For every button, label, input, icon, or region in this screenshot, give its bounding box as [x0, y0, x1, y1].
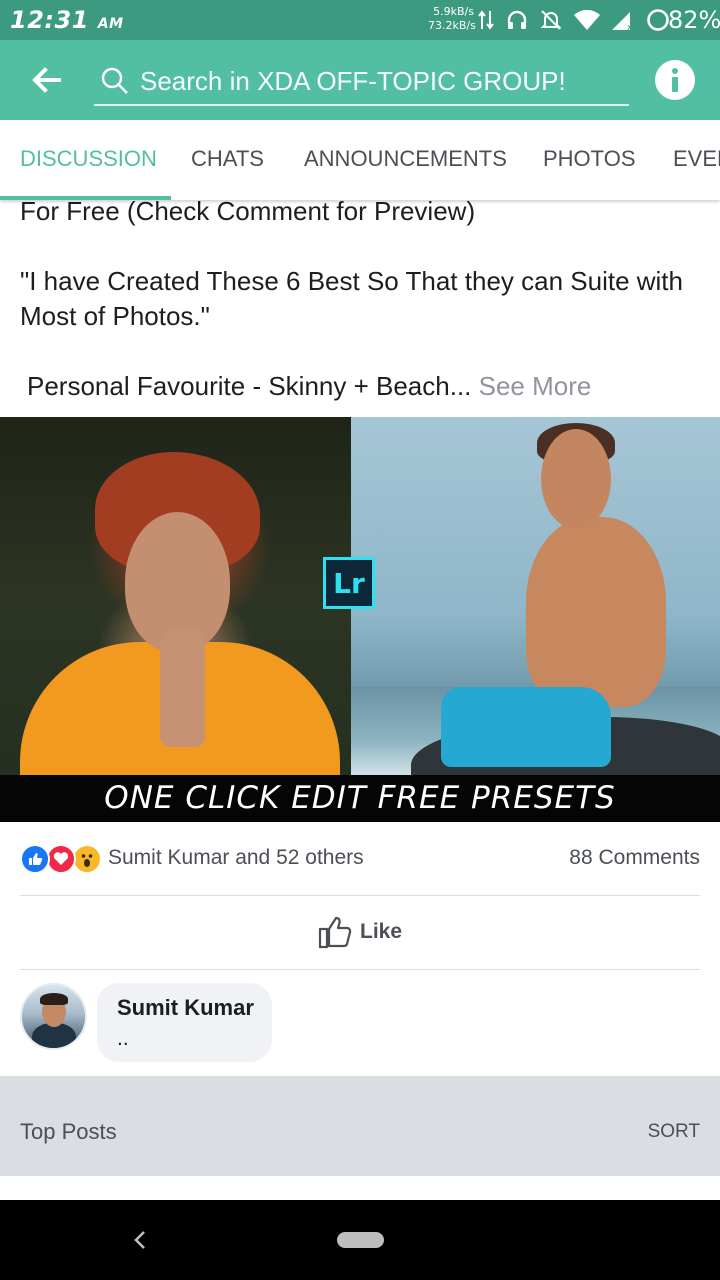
comment-bubble[interactable]: Sumit Kumar ..	[97, 983, 272, 1062]
comment-text: ..	[117, 1027, 129, 1050]
love-reaction-icon	[46, 844, 76, 874]
photo-man	[351, 417, 720, 797]
search-icon	[101, 67, 128, 94]
sort-button[interactable]: SORT	[648, 1121, 700, 1143]
divider	[20, 969, 700, 970]
signal-icon: x	[612, 12, 633, 30]
notifications-off-icon	[540, 10, 562, 30]
tab-discussion[interactable]: DISCUSSION	[20, 146, 157, 172]
nav-back-button[interactable]	[124, 1224, 156, 1256]
download-speed: 73.2kB/s	[428, 19, 476, 32]
back-arrow-icon	[32, 67, 61, 93]
comment-author[interactable]: Sumit Kumar	[117, 995, 254, 1021]
post-text-favourite: Personal Favourite - Skinny + Beach...	[27, 371, 472, 401]
svg-text:x: x	[627, 23, 633, 30]
top-posts-header: Top Posts SORT	[0, 1076, 720, 1176]
nav-home-button[interactable]	[337, 1232, 384, 1248]
reaction-icons[interactable]	[20, 844, 106, 874]
info-icon	[672, 68, 678, 92]
wow-reaction-icon	[72, 844, 102, 874]
reactions-summary: Sumit Kumar and 52 others 88 Comments	[20, 842, 700, 876]
post-image[interactable]: Lr ONE CLICK EDIT FREE PRESETS	[0, 417, 720, 822]
tab-announcements[interactable]: ANNOUNCEMENTS	[304, 146, 507, 172]
like-button[interactable]: Like	[318, 912, 402, 952]
post-text-preview: Personal Favourite - Skinny + Beach... S…	[27, 369, 717, 404]
status-icons: x	[478, 7, 670, 33]
group-info-button[interactable]	[655, 60, 695, 100]
status-time: 12:31 AM	[10, 6, 124, 34]
avatar[interactable]	[20, 983, 87, 1050]
group-tabs: DISCUSSION CHATS ANNOUNCEMENTS PHOTOS EV…	[0, 120, 720, 200]
divider	[20, 895, 700, 896]
like-label: Like	[360, 920, 403, 943]
lightroom-logo: Lr	[323, 557, 375, 609]
tab-photos[interactable]: PHOTOS	[543, 146, 636, 172]
headphones-icon	[507, 10, 527, 29]
image-banner: ONE CLICK EDIT FREE PRESETS	[0, 775, 720, 822]
search-placeholder: Search in XDA OFF-TOPIC GROUP!	[140, 66, 566, 96]
top-posts-label: Top Posts	[20, 1119, 117, 1144]
upload-speed: 5.9kB/s	[433, 5, 474, 18]
tab-chats[interactable]: CHATS	[191, 146, 264, 172]
group-search-input[interactable]: Search in XDA OFF-TOPIC GROUP!	[94, 56, 629, 106]
status-bar: 12:31 AM 5.9kB/s 73.2kB/s x 82%	[0, 0, 720, 40]
active-tab-indicator	[0, 196, 171, 200]
data-transfer-icon	[478, 10, 494, 30]
battery-saver-icon	[647, 9, 669, 31]
system-nav-bar	[0, 1200, 720, 1280]
tab-events[interactable]: EVENTS	[673, 146, 720, 172]
post-text-quote: "I have Created These 6 Best So That the…	[20, 266, 683, 331]
app-bar: Search in XDA OFF-TOPIC GROUP!	[0, 40, 720, 120]
like-reaction-icon	[20, 844, 50, 874]
wifi-icon	[574, 10, 600, 30]
see-more-link[interactable]: See More	[479, 371, 592, 401]
reaction-names[interactable]: Sumit Kumar and 52 others	[108, 846, 364, 870]
photo-woman	[0, 417, 351, 782]
comments-count[interactable]: 88 Comments	[569, 846, 700, 870]
chevron-left-icon	[134, 1231, 145, 1249]
battery-percent: 82%	[668, 6, 720, 34]
network-speed: 5.9kB/s 73.2kB/s	[428, 5, 476, 33]
next-post-card	[0, 1176, 720, 1200]
thumbs-up-icon	[318, 916, 352, 949]
back-button[interactable]	[26, 60, 66, 100]
